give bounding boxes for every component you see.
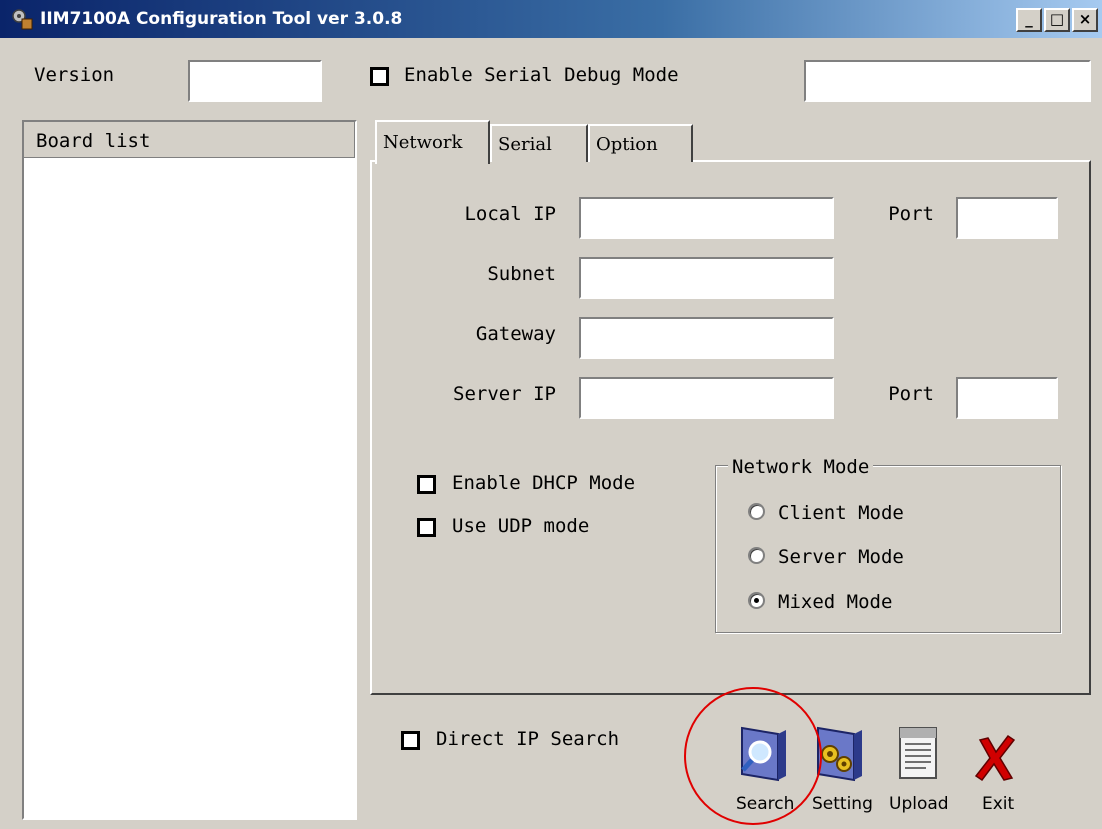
client-mode-label: Client Mode bbox=[778, 502, 904, 524]
board-list-header[interactable]: Board list bbox=[24, 122, 355, 158]
version-label: Version bbox=[34, 64, 115, 86]
network-mode-title: Network Mode bbox=[728, 456, 874, 478]
maximize-button[interactable]: □ bbox=[1044, 8, 1070, 32]
exit-button[interactable]: Exit bbox=[968, 722, 1028, 822]
tab-network[interactable]: Network bbox=[375, 120, 490, 164]
local-ip-field[interactable] bbox=[579, 197, 834, 239]
tab-option[interactable]: Option bbox=[588, 124, 693, 162]
upload-label: Upload bbox=[889, 794, 949, 814]
dhcp-checkbox[interactable] bbox=[417, 475, 436, 494]
local-port-label: Port bbox=[888, 203, 934, 225]
version-field[interactable] bbox=[188, 60, 322, 102]
board-list[interactable] bbox=[22, 120, 357, 820]
server-ip-field[interactable] bbox=[579, 377, 834, 419]
upload-button[interactable]: Upload bbox=[886, 722, 956, 822]
server-mode-label: Server Mode bbox=[778, 546, 904, 568]
setting-icon bbox=[817, 726, 862, 782]
dhcp-label: Enable DHCP Mode bbox=[452, 472, 636, 494]
server-port-label: Port bbox=[888, 383, 934, 405]
highlight-circle bbox=[684, 687, 822, 825]
serial-debug-label: Enable Serial Debug Mode bbox=[404, 64, 679, 86]
subnet-field[interactable] bbox=[579, 257, 834, 299]
server-ip-label: Server IP bbox=[453, 383, 556, 405]
tab-serial[interactable]: Serial bbox=[490, 124, 588, 162]
setting-button[interactable]: Setting bbox=[810, 722, 882, 822]
mixed-mode-radio[interactable] bbox=[748, 592, 765, 609]
exit-label: Exit bbox=[982, 794, 1015, 814]
minimize-button[interactable]: _ bbox=[1016, 8, 1042, 32]
subnet-label: Subnet bbox=[487, 263, 556, 285]
window-title: IIM7100A Configuration Tool ver 3.0.8 bbox=[40, 9, 403, 29]
udp-label: Use UDP mode bbox=[452, 515, 590, 537]
close-button[interactable]: × bbox=[1072, 8, 1098, 32]
app-icon bbox=[12, 9, 33, 30]
upload-icon bbox=[899, 727, 937, 779]
direct-ip-checkbox[interactable] bbox=[401, 731, 420, 750]
local-ip-label: Local IP bbox=[464, 203, 556, 225]
serial-debug-field[interactable] bbox=[804, 60, 1091, 102]
mixed-mode-label: Mixed Mode bbox=[778, 591, 893, 613]
setting-label: Setting bbox=[812, 794, 873, 814]
client-mode-radio[interactable] bbox=[748, 503, 765, 520]
direct-ip-label: Direct IP Search bbox=[436, 728, 620, 750]
server-port-field[interactable] bbox=[956, 377, 1058, 419]
gateway-field[interactable] bbox=[579, 317, 834, 359]
local-port-field[interactable] bbox=[956, 197, 1058, 239]
server-mode-radio[interactable] bbox=[748, 547, 765, 564]
udp-checkbox[interactable] bbox=[417, 518, 436, 537]
gateway-label: Gateway bbox=[475, 323, 556, 345]
serial-debug-checkbox[interactable] bbox=[370, 67, 389, 86]
exit-icon bbox=[974, 734, 1016, 782]
